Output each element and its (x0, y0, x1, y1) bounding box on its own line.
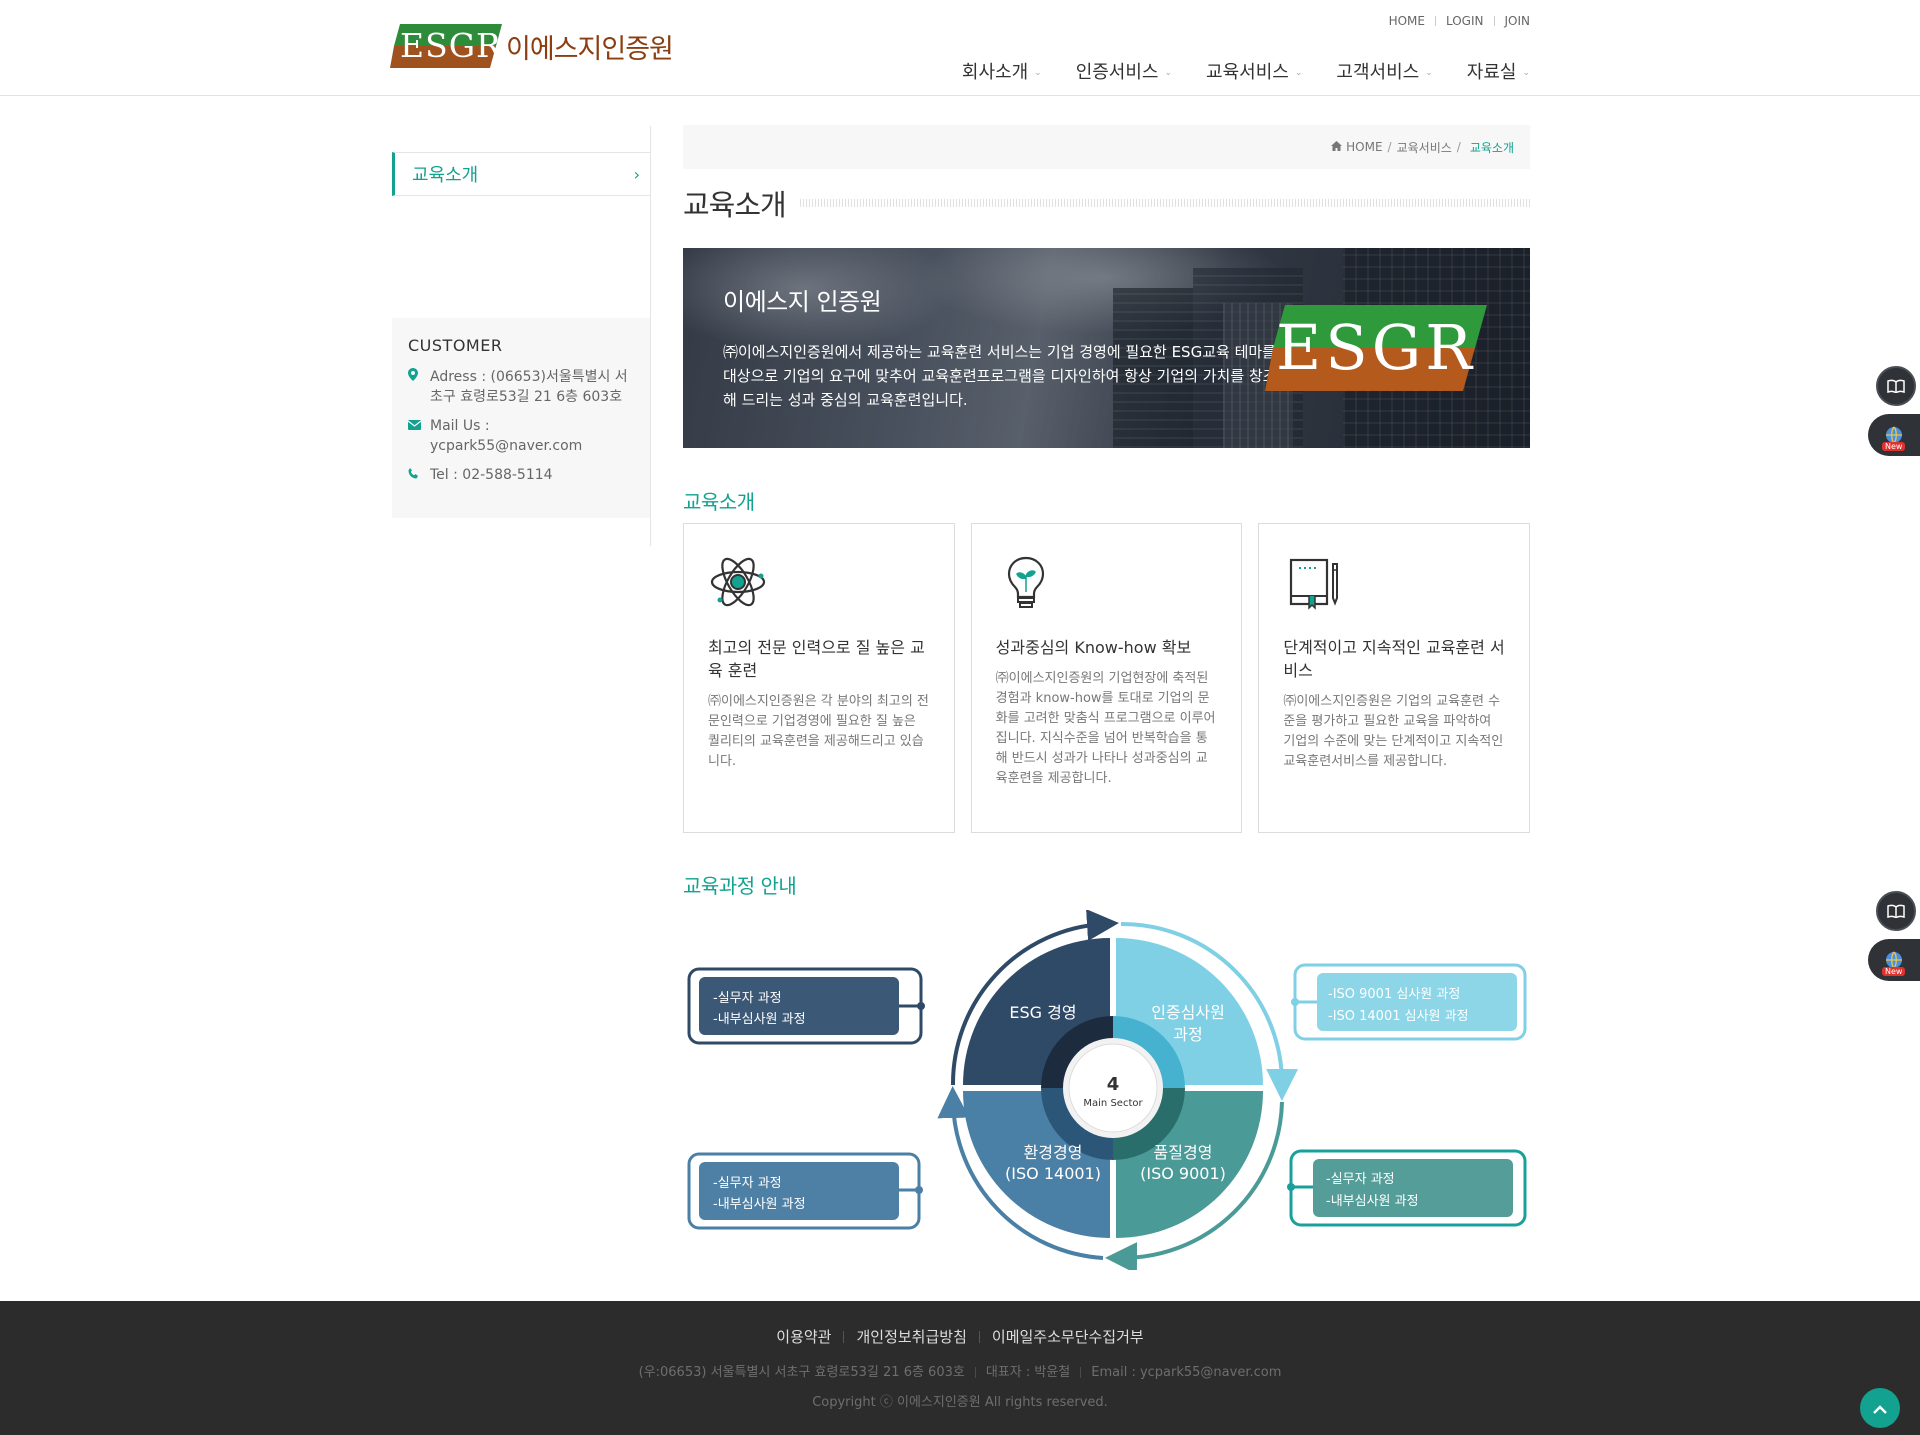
intro-banner: 이에스지 인증원 ㈜이에스지인증원에서 제공하는 교육훈련 서비스는 기업 경영… (683, 248, 1530, 448)
breadcrumb-parent[interactable]: 교육서비스 (1397, 139, 1452, 156)
util-join-link[interactable]: JOIN (1505, 14, 1531, 28)
new-badge: New (1882, 967, 1906, 976)
customer-info-box: CUSTOMER Adress : (06653)서울특별시 서초구 효령로53… (392, 318, 650, 518)
breadcrumb-current: 교육소개 (1469, 140, 1514, 155)
sidebar-item-label: 교육소개 (412, 165, 479, 186)
feature-card: 단계적이고 지속적인 교육훈련 서비스 ㈜이에스지인증원은 기업의 교육훈련 수… (1258, 523, 1531, 833)
svg-text:환경경영: 환경경영 (1024, 1143, 1083, 1162)
customer-address: Adress : (06653)서울특별시 서초구 효령로53길 21 6층 6… (408, 367, 634, 407)
sidebar-divider (650, 126, 651, 546)
chevron-up-icon (1873, 1399, 1887, 1418)
banner-text: ㈜이에스지인증원에서 제공하는 교육훈련 서비스는 기업 경영에 필요한 ESG… (723, 343, 1277, 409)
site-header: ESGR 이에스지인증원 HOME LOGIN JOIN 회사소개 ⌄ 인증서비스… (0, 0, 1920, 96)
intro-section-title: 교육소개 (683, 490, 755, 514)
course-section-title: 교육과정 안내 (683, 874, 797, 898)
reader-mode-button[interactable] (1876, 891, 1916, 931)
footer-link-email-refuse[interactable]: 이메일주소무단수집거부 (992, 1326, 1144, 1347)
chevron-down-icon: ⌄ (1034, 68, 1042, 78)
nav-item-customer[interactable]: 고객서비스 ⌄ (1336, 58, 1432, 84)
card-title: 단계적이고 지속적인 교육훈련 서비스 (1283, 638, 1505, 680)
book-open-icon (1887, 904, 1905, 918)
logo-badge: ESGR (390, 24, 502, 68)
quadrant-label-auditor-2: 과정 (1173, 1025, 1202, 1044)
book-open-icon (1887, 379, 1905, 393)
util-home-link[interactable]: HOME (1389, 14, 1425, 28)
svg-text:-실무자 과정: -실무자 과정 (713, 991, 782, 1006)
customer-title: CUSTOMER (408, 336, 503, 355)
svg-text:-ISO 14001 심사원 과정: -ISO 14001 심사원 과정 (1328, 1009, 1469, 1024)
nav-item-archive[interactable]: 자료실 ⌄ (1467, 58, 1530, 84)
chevron-down-icon: ⌄ (1294, 68, 1303, 78)
title-decoration (799, 199, 1530, 207)
home-icon (1331, 140, 1343, 154)
card-title: 성과중심의 Know-how 확보 (995, 638, 1192, 657)
sidebar-item-education-intro[interactable]: 교육소개 › (392, 152, 650, 196)
chevron-down-icon: ⌄ (1164, 68, 1173, 78)
atom-icon (708, 552, 768, 612)
new-feature-button[interactable]: New (1868, 414, 1920, 456)
nav-item-certification[interactable]: 인증서비스 ⌄ (1076, 58, 1172, 84)
logo-mark: ESGR (400, 26, 502, 65)
breadcrumb: HOME / 교육서비스 / 교육소개 (683, 125, 1530, 169)
breadcrumb-home[interactable]: HOME (1346, 140, 1382, 154)
course-diagram-svg: 4 Main Sector ESG 경영 인증심사원 과정 환경경영 (ISO … (687, 909, 1527, 1275)
banner-title: 이에스지 인증원 (723, 288, 882, 316)
card-text: ㈜이에스지인증원은 기업의 교육훈련 수준을 평가하고 필요한 교육을 파악하여… (1283, 694, 1504, 769)
svg-text:-ISO 9001 심사원 과정: -ISO 9001 심사원 과정 (1328, 987, 1460, 1002)
util-login-link[interactable]: LOGIN (1446, 14, 1484, 28)
svg-text:-실무자 과정: -실무자 과정 (1326, 1172, 1395, 1187)
logo-name: 이에스지인증원 (506, 33, 674, 65)
feature-card: 성과중심의 Know-how 확보 ㈜이에스지인증원의 기업현장에 축적된 경험… (970, 523, 1243, 833)
customer-tel: Tel : 02-588-5114 (408, 465, 634, 485)
chevron-down-icon: ⌄ (1522, 68, 1530, 78)
nav-item-education[interactable]: 교육서비스 ⌄ (1206, 58, 1302, 84)
svg-text:품질경영: 품질경영 (1154, 1143, 1213, 1162)
card-text: ㈜이에스지인증원은 각 분야의 최고의 전문인력으로 기업경영에 필요한 질 높… (708, 694, 929, 769)
site-footer: 이용약관 개인정보취급방침 이메일주소무단수집거부 (우:06653) 서울특별… (0, 1301, 1920, 1435)
banner-logo: ESGR (1265, 305, 1487, 391)
card-text: ㈜이에스지인증원의 기업현장에 축적된 경험과 know-how를 토대로 기업… (995, 671, 1216, 786)
lightbulb-icon (996, 552, 1056, 612)
main-nav: 회사소개 ⌄ 인증서비스 ⌄ 교육서비스 ⌄ 고객서비스 ⌄ 자료실 ⌄ (928, 58, 1530, 84)
course-diagram: 4 Main Sector ESG 경영 인증심사원 과정 환경경영 (ISO … (683, 909, 1530, 1275)
reader-mode-button[interactable] (1876, 366, 1916, 406)
customer-mail: Mail Us : ycpark55@naver.com (407, 416, 634, 456)
quadrant-label-auditor-1: 인증심사원 (1151, 1003, 1225, 1022)
svg-text:-내부심사원 과정: -내부심사원 과정 (1326, 1194, 1419, 1209)
footer-info: (우:06653) 서울특별시 서초구 효령로53길 21 6층 603호 대표자… (638, 1365, 1282, 1380)
footer-link-privacy[interactable]: 개인정보취급방침 (856, 1326, 966, 1347)
footer-link-terms[interactable]: 이용약관 (776, 1326, 831, 1347)
card-title: 최고의 전문 인력으로 질 높은 교육 훈련 (708, 638, 925, 680)
phone-icon (408, 465, 430, 485)
svg-text:-내부심사원 과정: -내부심사원 과정 (713, 1012, 806, 1027)
svg-text:-실무자 과정: -실무자 과정 (713, 1176, 782, 1191)
svg-text:-내부심사원 과정: -내부심사원 과정 (713, 1197, 806, 1212)
page-title-text: 교육소개 (683, 188, 787, 222)
svg-text:(ISO 9001): (ISO 9001) (1140, 1164, 1226, 1183)
center-label: Main Sector (1083, 1098, 1143, 1109)
page-title: 교육소개 (683, 182, 1530, 224)
map-marker-icon (408, 367, 430, 407)
feature-card: 최고의 전문 인력으로 질 높은 교육 훈련 ㈜이에스지인증원은 각 분야의 최… (683, 523, 955, 833)
quadrant-label-esg: ESG 경영 (1009, 1003, 1076, 1022)
footer-links: 이용약관 개인정보취급방침 이메일주소무단수집거부 (0, 1326, 1920, 1347)
chevron-right-icon: › (633, 164, 640, 184)
nav-item-company[interactable]: 회사소개 ⌄ (962, 58, 1042, 84)
utility-nav: HOME LOGIN JOIN (1389, 14, 1530, 28)
banner-logo-text: ESGR (1276, 311, 1476, 384)
footer-copyright: Copyright ⓒ 이에스지인증원 All rights reserved. (812, 1395, 1108, 1410)
site-logo[interactable]: ESGR 이에스지인증원 (390, 24, 674, 68)
svg-text:(ISO 14001): (ISO 14001) (1005, 1164, 1101, 1183)
feature-cards: 최고의 전문 인력으로 질 높은 교육 훈련 ㈜이에스지인증원은 각 분야의 최… (683, 523, 1531, 833)
book-icon (1283, 552, 1343, 612)
new-badge: New (1882, 442, 1906, 451)
scroll-top-button[interactable] (1860, 1388, 1900, 1428)
envelope-icon (407, 416, 430, 456)
chevron-down-icon: ⌄ (1425, 68, 1433, 78)
center-number: 4 (1107, 1074, 1120, 1095)
new-feature-button[interactable]: New (1868, 939, 1920, 981)
